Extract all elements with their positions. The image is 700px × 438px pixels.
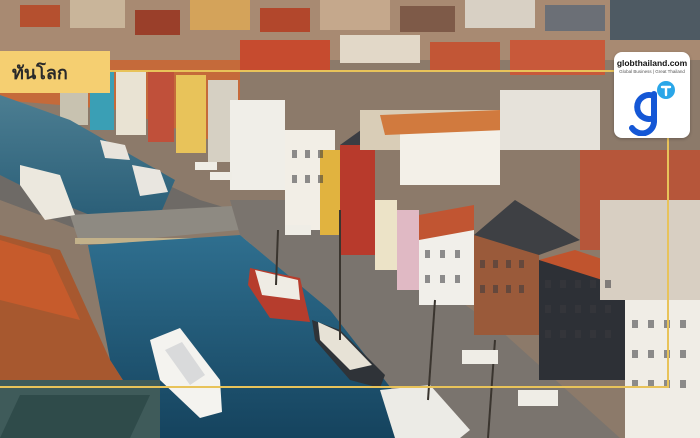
frame-top-line	[110, 70, 614, 72]
category-tag-label: ทันโลก	[12, 62, 68, 84]
globthailand-logo: globthailand.com Global Business | Great…	[614, 52, 690, 138]
frame-right-line	[667, 138, 669, 388]
logo-site-name: globthailand.com	[616, 58, 688, 68]
frame-bottom-line	[0, 386, 669, 388]
brand-g-icon	[629, 81, 675, 136]
category-tag[interactable]: ทันโลก	[0, 51, 110, 93]
